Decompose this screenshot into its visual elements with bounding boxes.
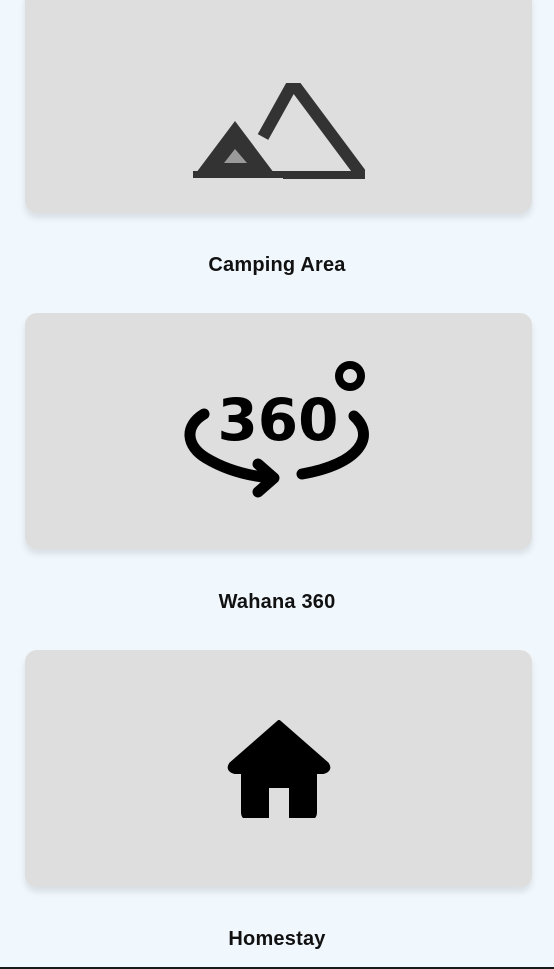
rotate-360-icon: 360	[184, 360, 374, 502]
homestay-label: Homestay	[228, 928, 326, 950]
wahana-360-label: Wahana 360	[218, 591, 336, 613]
camping-area-card[interactable]	[25, 0, 532, 213]
homestay-card[interactable]	[25, 650, 532, 887]
svg-text:360: 360	[217, 386, 338, 454]
mountain-icon	[192, 82, 365, 179]
camping-area-label: Camping Area	[208, 254, 346, 276]
wahana-360-card[interactable]: 360	[25, 313, 532, 549]
house-icon	[227, 719, 331, 818]
